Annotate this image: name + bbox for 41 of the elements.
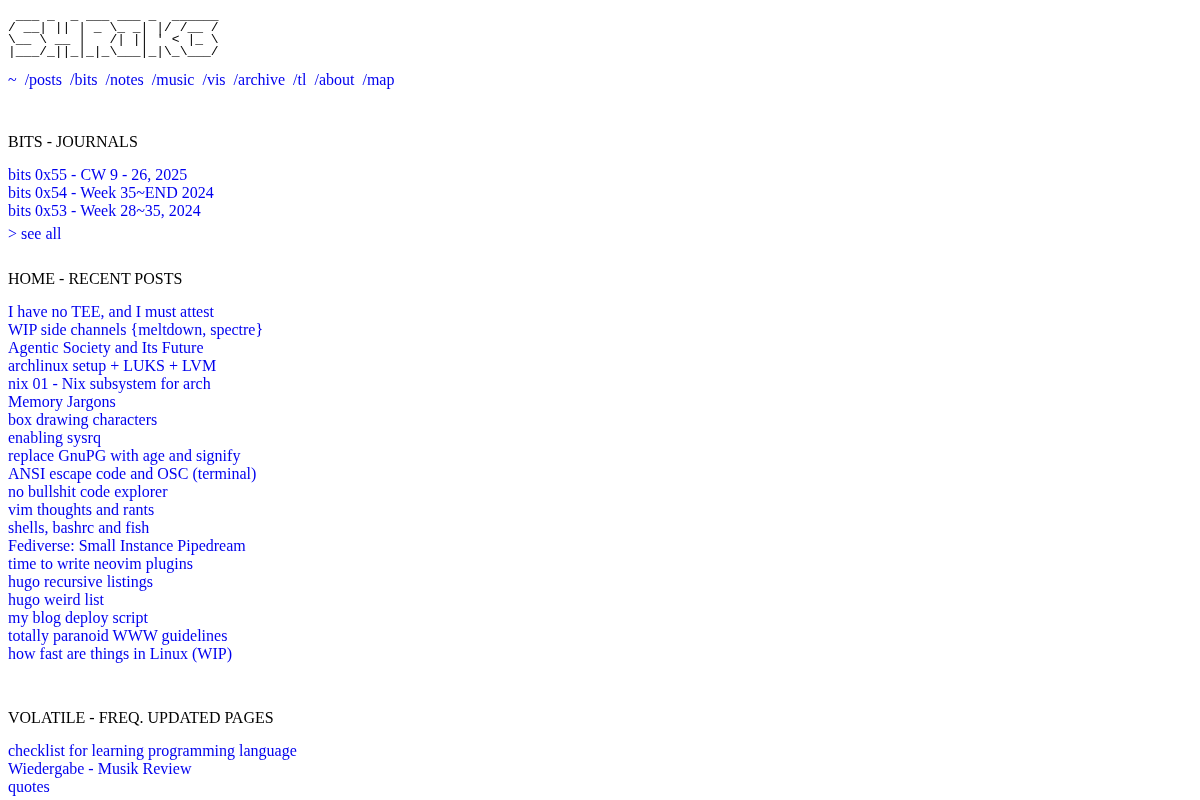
post-link[interactable]: hugo recursive listings [8,573,153,591]
nav-link[interactable]: /about [314,71,355,89]
post-link[interactable]: bits 0x54 - Week 35~END 2024 [8,184,214,202]
nav-link[interactable]: /archive [233,71,286,89]
post-link[interactable]: Memory Jargons [8,393,116,411]
post-link[interactable]: quotes [8,778,50,796]
post-link[interactable]: bits 0x53 - Week 28~35, 2024 [8,202,201,220]
nav-link[interactable]: /bits [70,71,98,89]
nav-link[interactable]: /tl [293,71,307,89]
post-link[interactable]: enabling sysrq [8,429,101,447]
section-heading: VOLATILE - FREQ. UPDATED PAGES [8,709,274,727]
nav-link[interactable]: /vis [202,71,226,89]
ascii-art-logo: ___ _ _ ___ ___ _ ______ / __| || | _ \_ _| |/ /__ / \__ \ __ | /| || ' < |_ \ |___/_||_|_|_\___|_|\_\___/ [8,10,219,58]
post-link[interactable]: how fast are things in Linux (WIP) [8,645,232,663]
section-heading: HOME - RECENT POSTS [8,270,183,288]
see-all-link[interactable]: > see all [8,225,62,243]
post-link[interactable]: checklist for learning programming language [8,742,297,760]
nav-link[interactable]: ~ [8,71,17,89]
post-link[interactable]: replace GnuPG with age and signify [8,447,241,465]
post-link[interactable]: my blog deploy script [8,609,148,627]
post-link[interactable]: no bullshit code explorer [8,483,168,501]
post-link[interactable]: WIP side channels {meltdown, spectre} [8,321,264,339]
post-link[interactable]: ANSI escape code and OSC (terminal) [8,465,257,483]
post-link[interactable]: hugo weird list [8,591,104,609]
post-link[interactable]: vim thoughts and rants [8,501,155,519]
post-link[interactable]: Fediverse: Small Instance Pipedream [8,537,246,555]
post-link[interactable]: archlinux setup + LUKS + LVM [8,357,217,375]
nav-link[interactable]: /notes [105,71,144,89]
nav-link[interactable]: /map [362,71,395,89]
post-link[interactable]: Wiedergabe - Musik Review [8,760,192,778]
post-link[interactable]: bits 0x55 - CW 9 - 26, 2025 [8,166,188,184]
post-link[interactable]: totally paranoid WWW guidelines [8,627,228,645]
post-link[interactable]: Agentic Society and Its Future [8,339,204,357]
section-heading: BITS - JOURNALS [8,133,138,151]
post-link[interactable]: I have no TEE, and I must attest [8,303,214,321]
nav-link[interactable]: /posts [24,71,62,89]
post-link[interactable]: shells, bashrc and fish [8,519,150,537]
post-link[interactable]: box drawing characters [8,411,158,429]
post-link[interactable]: nix 01 - Nix subsystem for arch [8,375,211,393]
nav-link[interactable]: /music [151,71,195,89]
post-link[interactable]: time to write neovim plugins [8,555,193,573]
